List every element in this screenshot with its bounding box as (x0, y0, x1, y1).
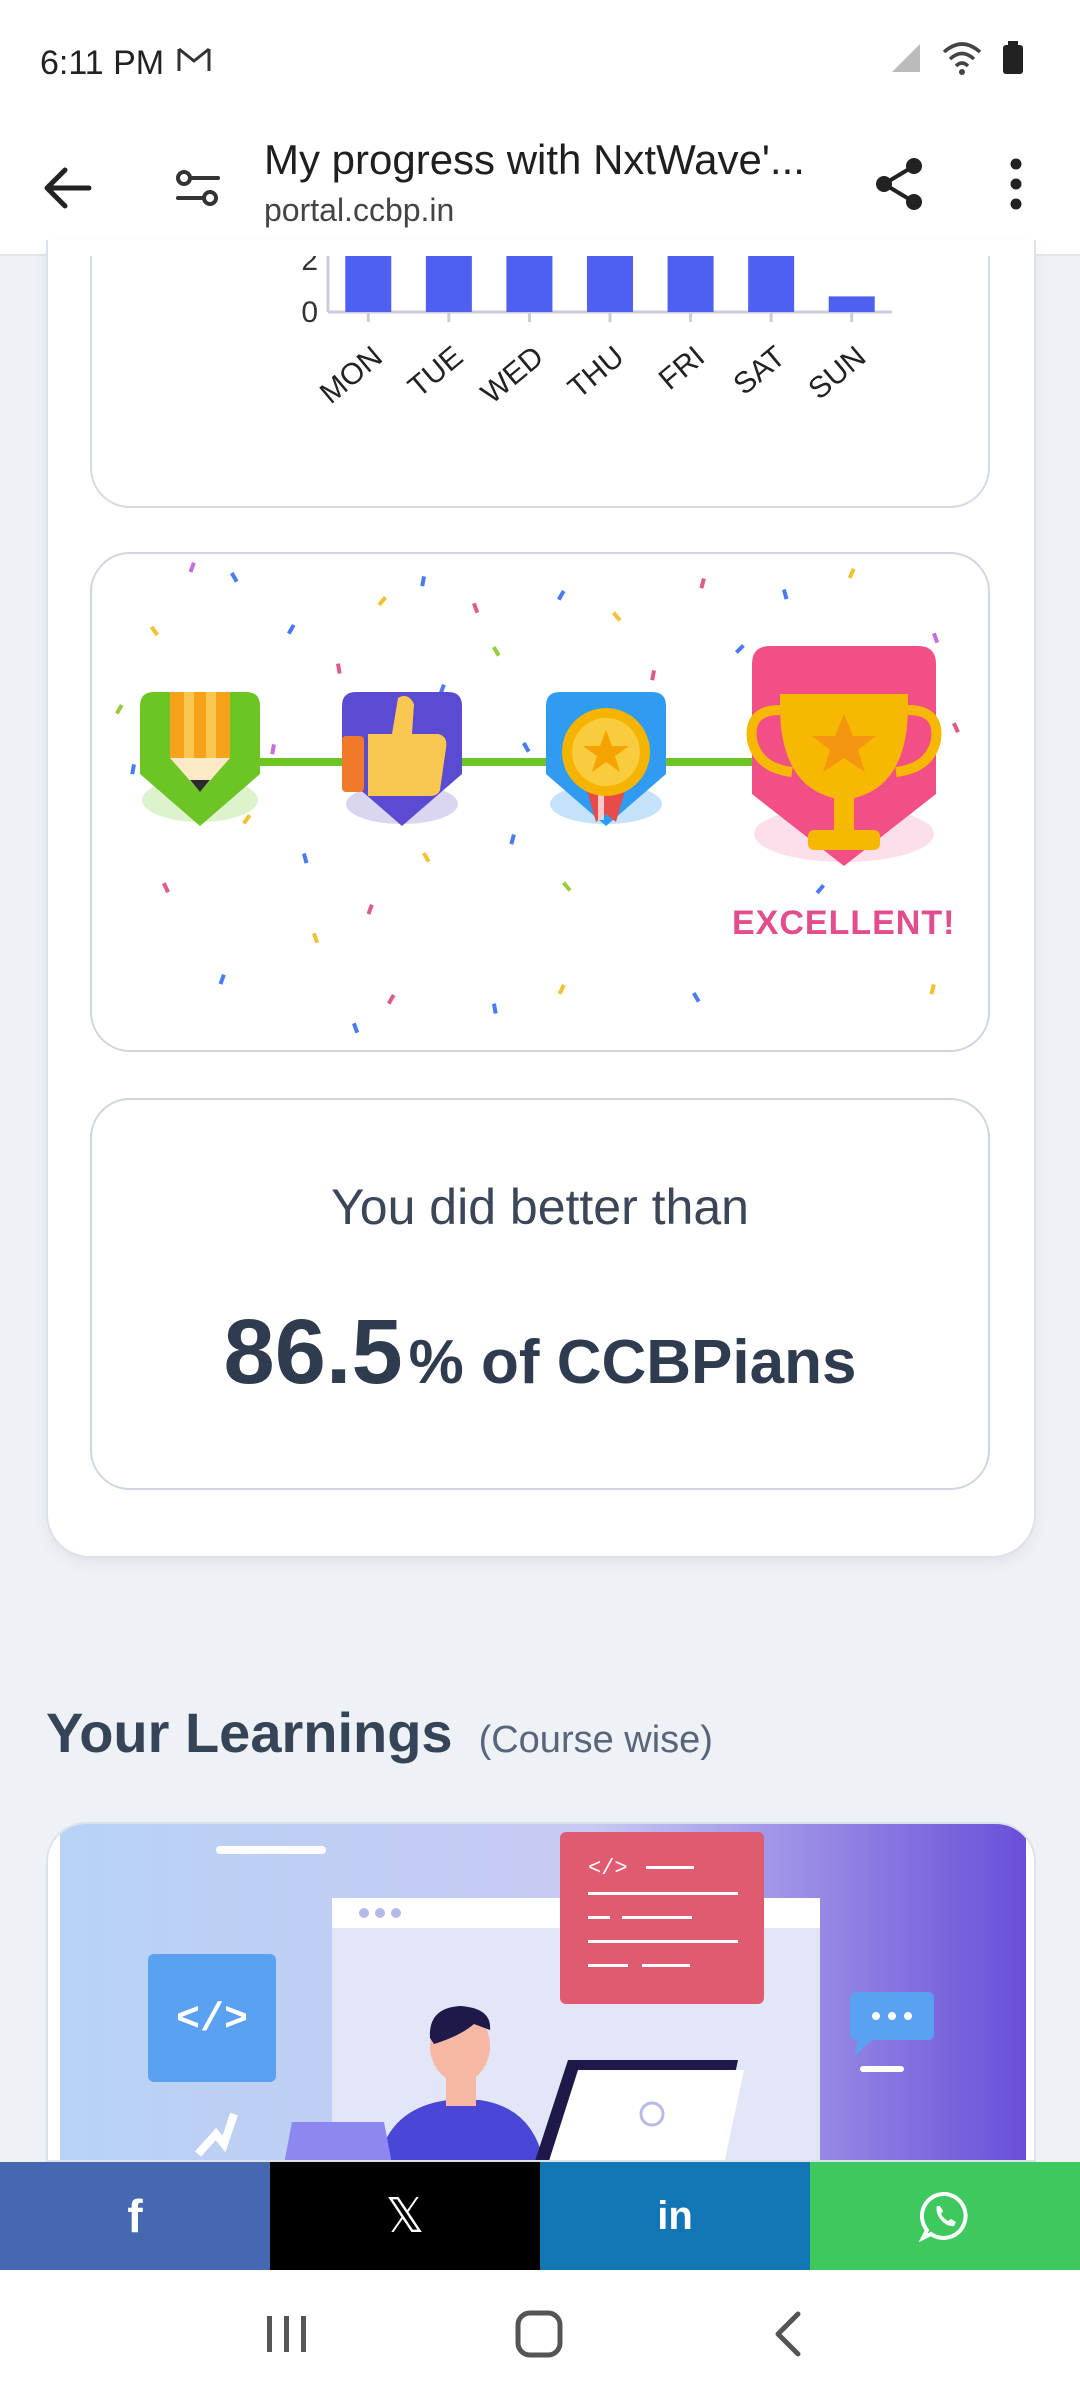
weekly-activity-chart: 0 2 MON TUE WED THU FRI SAT SUN (301, 256, 892, 410)
percentile-intro: You did better than (331, 1179, 749, 1235)
confetti-illustration (115, 562, 960, 1034)
course-banner-illustration: </> </> (60, 1824, 1026, 2160)
x-icon: 𝕏 (385, 2188, 425, 2244)
learnings-subtitle: (Course wise) (478, 1719, 713, 1761)
cell-signal-icon (892, 44, 920, 72)
svg-text:</>: </> (176, 1998, 248, 2043)
whatsapp-share-button[interactable] (810, 2162, 1080, 2270)
gmail-notification-icon (177, 47, 211, 71)
recents-icon (267, 2316, 306, 2352)
system-back-button[interactable] (742, 2294, 832, 2374)
bar-fri (667, 256, 714, 312)
x-tick-label-fri: FRI (653, 340, 711, 396)
battery-icon (1003, 41, 1023, 74)
percentile-line: 86.5% of CCBPians (92, 1300, 988, 1405)
facebook-share-button[interactable]: f (0, 2162, 270, 2270)
whatsapp-icon (919, 2191, 968, 2242)
home-button[interactable] (494, 2294, 584, 2374)
bar-mon (345, 256, 392, 312)
recents-button[interactable] (242, 2294, 332, 2374)
x-tick-label-thu: THU (562, 340, 630, 405)
system-navigation-bar (0, 2270, 1080, 2400)
achievement-badges-card: EXCELLENT! (90, 552, 990, 1052)
screen: 6:11 PM My progress with NxtWave'... por… (0, 0, 1080, 2400)
percentile-value: 86.5 (223, 1301, 403, 1403)
x-tick-label-mon: MON (314, 340, 389, 410)
x-tick-label-sun: SUN (802, 340, 872, 406)
browser-toolbar: My progress with NxtWave'... portal.ccbp… (0, 128, 1080, 256)
code-card-icon: </> (560, 1832, 764, 2004)
laptop-illustration (535, 2060, 744, 2160)
y-tick-label: 0 (301, 296, 318, 329)
page-title: My progress with NxtWave'... (264, 136, 805, 183)
chevron-left-icon (775, 2311, 801, 2357)
trophy-badge-icon (746, 646, 942, 866)
x-tick-label-tue: TUE (402, 340, 469, 404)
bar-sun (828, 296, 875, 312)
learnings-header: Your Learnings (Course wise) (46, 1700, 713, 1765)
thumbs-up-badge-icon (342, 692, 462, 826)
social-share-bar: f 𝕏 in (0, 2162, 1080, 2270)
more-vert-icon (1010, 158, 1022, 210)
percentile-suffix: % of CCBPians (408, 1328, 857, 1397)
bar-tue (425, 256, 472, 312)
more-options-button[interactable] (980, 148, 1052, 220)
bar-thu (587, 256, 633, 312)
x-share-button[interactable]: 𝕏 (270, 2162, 540, 2270)
bar-sat (748, 256, 795, 312)
code-tag-icon: </> (148, 1954, 276, 2082)
svg-text:</>: </> (588, 1856, 628, 1881)
bar-wed (506, 256, 553, 312)
home-icon (515, 2310, 563, 2358)
excellent-label: EXCELLENT! (732, 904, 956, 942)
weekly-activity-chart-card: 0 2 MON TUE WED THU FRI SAT SUN (90, 256, 990, 508)
x-tick-label-wed: WED (475, 340, 550, 410)
y-tick-label: 2 (301, 256, 318, 277)
facebook-icon: f (127, 2190, 143, 2242)
course-card[interactable]: </> </> (46, 1822, 1036, 2162)
share-icon (876, 158, 922, 210)
linkedin-icon: in (657, 2193, 693, 2238)
medal-badge-icon (546, 692, 666, 826)
status-icons (890, 40, 1024, 76)
back-button[interactable] (36, 156, 100, 220)
page-url[interactable]: portal.ccbp.in (264, 192, 454, 229)
arrow-left-icon (44, 167, 92, 209)
tune-icon (176, 170, 220, 206)
wifi-icon (942, 42, 982, 75)
x-tick-label-sat: SAT (727, 340, 791, 401)
site-settings-button[interactable] (166, 156, 230, 220)
percentile-card: You did better than 86.5% of CCBPians (90, 1098, 990, 1490)
pencil-badge-icon (140, 692, 260, 826)
share-button[interactable] (864, 148, 936, 220)
status-bar: 6:11 PM (0, 0, 1080, 128)
linkedin-share-button[interactable]: in (540, 2162, 810, 2270)
status-time: 6:11 PM (40, 44, 165, 82)
learnings-title: Your Learnings (46, 1701, 453, 1764)
